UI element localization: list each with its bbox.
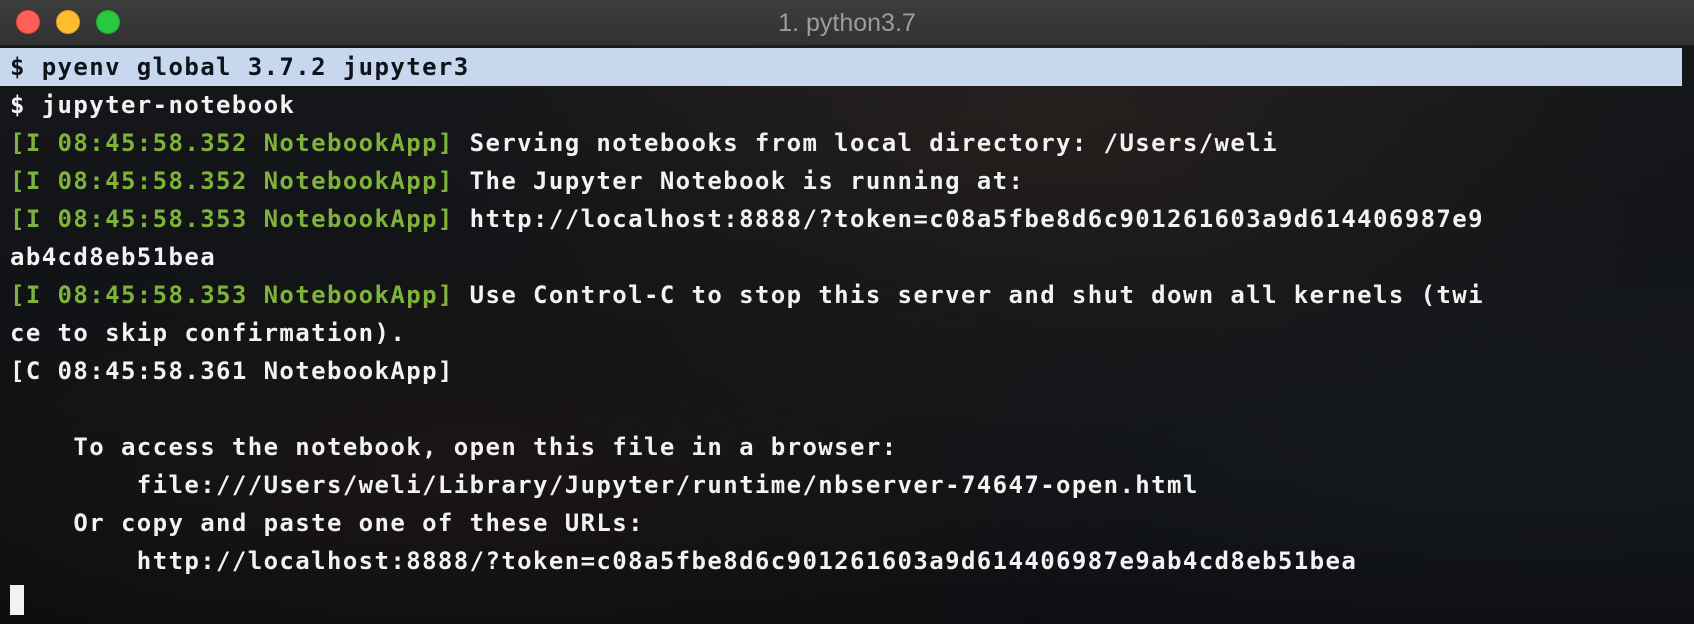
line-text: http://localhost:8888/?token=c08a5fbe8d6… bbox=[453, 205, 1484, 233]
line-text: [C 08:45:58.361 NotebookApp] bbox=[10, 357, 454, 385]
line-text: Or copy and paste one of these URLs: bbox=[10, 509, 644, 537]
terminal-line: To access the notebook, open this file i… bbox=[10, 428, 1686, 466]
terminal-window: 1. python3.7 $ pyenv global 3.7.2 jupyte… bbox=[0, 0, 1694, 624]
log-tag: [I 08:45:58.353 NotebookApp] bbox=[10, 281, 454, 309]
terminal-content[interactable]: $ pyenv global 3.7.2 jupyter3 $ jupyter-n… bbox=[0, 46, 1694, 624]
terminal-line: [I 08:45:58.353 NotebookApp] Use Control… bbox=[10, 276, 1686, 314]
terminal-line: ce to skip confirmation). bbox=[10, 314, 1686, 352]
terminal-line: [I 08:45:58.353 NotebookApp] http://loca… bbox=[10, 200, 1686, 238]
terminal-line: Or copy and paste one of these URLs: bbox=[10, 504, 1686, 542]
log-tag: [I 08:45:58.352 NotebookApp] bbox=[10, 129, 454, 157]
terminal-output: $ pyenv global 3.7.2 jupyter3 $ jupyter-n… bbox=[0, 48, 1686, 618]
title-bar[interactable]: 1. python3.7 bbox=[0, 0, 1694, 46]
line-text: $ jupyter-notebook bbox=[10, 91, 296, 119]
terminal-line: file:///Users/weli/Library/Jupyter/runti… bbox=[10, 466, 1686, 504]
line-text: To access the notebook, open this file i… bbox=[10, 433, 898, 461]
line-text: Use Control-C to stop this server and sh… bbox=[453, 281, 1484, 309]
prompt-line[interactable] bbox=[10, 580, 1686, 618]
window-title: 1. python3.7 bbox=[778, 9, 916, 37]
line-text: $ pyenv global 3.7.2 jupyter3 bbox=[10, 53, 470, 81]
line-text: The Jupyter Notebook is running at: bbox=[453, 167, 1025, 195]
terminal-line: $ jupyter-notebook bbox=[10, 86, 1686, 124]
terminal-line: [I 08:45:58.352 NotebookApp] The Jupyter… bbox=[10, 162, 1686, 200]
line-text: ab4cd8eb51bea bbox=[10, 243, 217, 271]
line-text: ce to skip confirmation). bbox=[10, 319, 407, 347]
line-text: Serving notebooks from local directory: … bbox=[453, 129, 1278, 157]
line-text: file:///Users/weli/Library/Jupyter/runti… bbox=[10, 471, 1199, 499]
terminal-line: [C 08:45:58.361 NotebookApp] bbox=[10, 352, 1686, 390]
terminal-line: http://localhost:8888/?token=c08a5fbe8d6… bbox=[10, 542, 1686, 580]
selected-terminal-line: $ pyenv global 3.7.2 jupyter3 bbox=[0, 48, 1682, 86]
text-cursor bbox=[10, 585, 24, 615]
log-tag: [I 08:45:58.352 NotebookApp] bbox=[10, 167, 454, 195]
terminal-line: [I 08:45:58.352 NotebookApp] Serving not… bbox=[10, 124, 1686, 162]
log-tag: [I 08:45:58.353 NotebookApp] bbox=[10, 205, 454, 233]
line-text: http://localhost:8888/?token=c08a5fbe8d6… bbox=[10, 547, 1358, 575]
terminal-line: ab4cd8eb51bea bbox=[10, 238, 1686, 276]
